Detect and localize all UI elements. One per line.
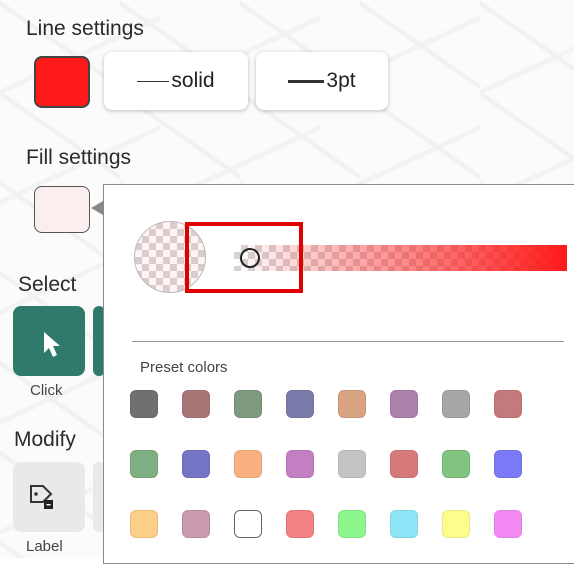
preset-swatch[interactable] [390, 510, 418, 538]
preset-swatch[interactable] [494, 510, 522, 538]
preset-swatch[interactable] [286, 510, 314, 538]
preset-swatch[interactable] [234, 390, 262, 418]
click-tool-label: Click [30, 382, 63, 399]
preset-swatch[interactable] [390, 450, 418, 478]
preset-colors-label: Preset colors [140, 359, 228, 376]
line-style-button[interactable]: solid [104, 52, 248, 110]
line-color-button[interactable] [34, 56, 90, 108]
preset-swatch[interactable] [338, 390, 366, 418]
preset-swatch[interactable] [234, 450, 262, 478]
preset-swatch[interactable] [286, 390, 314, 418]
tag-icon [30, 485, 53, 509]
thin-line-icon [137, 80, 170, 82]
popup-arrow [91, 201, 103, 215]
preset-swatch[interactable] [182, 510, 210, 538]
line-settings-title: Line settings [26, 17, 144, 40]
fill-color-button[interactable] [34, 186, 90, 233]
preset-swatch[interactable] [442, 390, 470, 418]
modify-label-button[interactable] [13, 462, 85, 532]
divider [132, 341, 564, 342]
preset-swatch[interactable] [442, 510, 470, 538]
fill-settings-title: Fill settings [26, 146, 132, 169]
preset-swatch[interactable] [286, 450, 314, 478]
color-picker-popup: Preset colors [103, 184, 574, 564]
highlight-box [185, 222, 303, 293]
preset-swatch[interactable] [338, 450, 366, 478]
preset-swatch[interactable] [442, 450, 470, 478]
preset-swatch[interactable] [182, 450, 210, 478]
thick-line-icon [288, 79, 325, 83]
preset-swatch[interactable] [234, 510, 262, 538]
line-width-label: 3pt [326, 69, 356, 92]
preset-swatch[interactable] [130, 390, 158, 418]
preset-swatch[interactable] [390, 390, 418, 418]
preset-swatch[interactable] [130, 450, 158, 478]
preset-swatch[interactable] [338, 510, 366, 538]
select-click-button[interactable] [13, 306, 85, 376]
preset-swatch[interactable] [494, 390, 522, 418]
preset-swatch[interactable] [130, 510, 158, 538]
select-title: Select [18, 273, 77, 296]
line-width-button[interactable]: 3pt [256, 52, 388, 110]
cursor-arrow-icon [44, 332, 60, 357]
line-style-label: solid [171, 69, 215, 92]
label-tool-label: Label [26, 538, 63, 555]
modify-title: Modify [14, 428, 76, 451]
preset-swatch[interactable] [494, 450, 522, 478]
preset-swatch[interactable] [182, 390, 210, 418]
